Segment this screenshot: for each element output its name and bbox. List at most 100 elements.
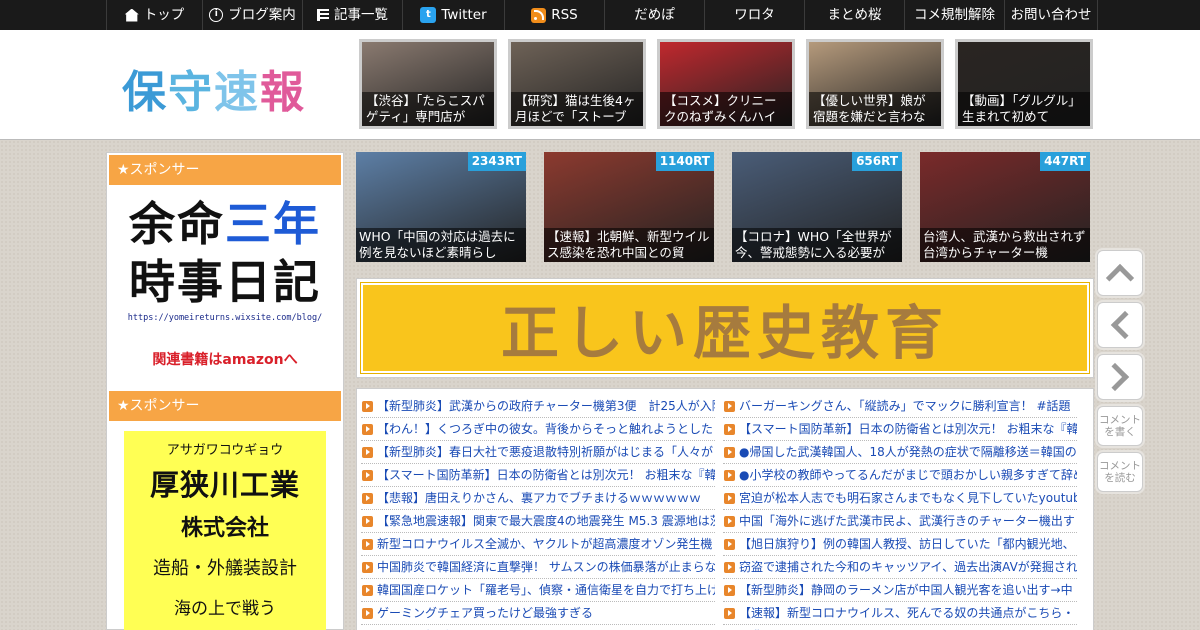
featured-article-card[interactable]: 656RT 【コロナ】WHO「全世界が今、警戒態勢に入る必要が (732, 152, 902, 262)
nav-label: だめぽ (634, 7, 675, 23)
nav-item-rss[interactable]: RSS (504, 0, 604, 30)
article-link-list: 【新型肺炎】武漢からの政府チャーター機第3便 計25人が入院 【わん！】くつろぎ中… (356, 388, 1094, 630)
article-link[interactable]: 【速報】新型肺炎 (361, 625, 715, 630)
article-link-text: 【スマート国防革新】日本の防衛省とは別次元！ お粗末な『韓 (739, 422, 1077, 436)
article-link-text: 【悲報】 (739, 625, 787, 630)
retweet-count-badge: 1140RT (655, 152, 714, 171)
article-link-text: バーガーキングさん、「縦読み」でマックに勝利宣言！ #話題 (739, 399, 1071, 413)
list-icon (317, 9, 329, 21)
article-link-text: ●小学校の教師やってるんだがまじで頭おかしい親多すぎて辞め (739, 468, 1077, 482)
nav-item-blog-guide[interactable]: i ブログ案内 (202, 0, 302, 30)
article-caption: 【優しい世界】娘が宿題を嫌だと言わな (809, 92, 941, 126)
arrow-bullet-icon (362, 469, 373, 481)
arrow-bullet-icon (724, 561, 735, 573)
featured-article-card[interactable]: 2343RT WHO「中国の対応は過去に例を見ないほど素晴らし (356, 152, 526, 262)
arrow-bullet-icon (724, 469, 735, 481)
nav-label: まとめ桜 (827, 7, 882, 23)
featured-article-card[interactable]: 1140RT 【速報】北朝鮮、新型ウイルス感染を恐れ中国との貿 (544, 152, 714, 262)
header-article-card[interactable]: 【コスメ】クリニークのねずみくんハイ (657, 39, 795, 129)
nav-menu: トップ i ブログ案内 記事一覧 t Twitter RSS だめぽ ワロタ ま… (106, 0, 1098, 30)
banner-inner: 正しい歴史教育 (360, 282, 1090, 374)
article-link[interactable]: 【新型肺炎】静岡のラーメン店が中国人観光客を追い出す→中 (723, 579, 1077, 602)
nav-item-comment-unblock[interactable]: コメ規制解除 (904, 0, 1004, 30)
article-link[interactable]: 宮迫が松本人志でも明石家さんまでもなく見下していたyoutube (723, 487, 1077, 510)
article-link-text: 中国肺炎で韓国経済に直撃弾！ サムスンの株価暴落が止まらな (377, 560, 715, 574)
nav-item-matome-sakura[interactable]: まとめ桜 (804, 0, 904, 30)
arrow-bullet-icon (724, 423, 735, 435)
ad-url: https://yomeireturns.wixsite.com/blog/ (127, 313, 323, 323)
arrow-bullet-icon (362, 423, 373, 435)
article-link[interactable]: 【わん！】くつろぎ中の彼女。背後からそっと触れようとした (361, 418, 715, 441)
article-link[interactable]: ゲーミングチェア買ったけど最強すぎる (361, 602, 715, 625)
chevron-up-icon (1105, 263, 1135, 293)
next-article-button[interactable] (1097, 354, 1143, 400)
nav-label: ブログ案内 (228, 7, 296, 23)
header-article-card[interactable]: 【渋谷】「たらこスパゲティ」専門店が (359, 39, 497, 129)
nav-item-warota[interactable]: ワロタ (704, 0, 804, 30)
scroll-top-button[interactable] (1097, 250, 1143, 296)
featured-articles: 2343RT WHO「中国の対応は過去に例を見ないほど素晴らし 1140RT 【… (356, 152, 1094, 262)
article-link-text: 【速報】新型コロナウイルス、死んでる奴の共通点がこちら・ (739, 606, 1075, 620)
arrow-bullet-icon (362, 515, 373, 527)
history-education-banner[interactable]: 正しい歴史教育 (356, 278, 1094, 378)
article-link-text: 【スマート国防革新】日本の防衛省とは別次元！ お粗末な『韓 (377, 468, 715, 482)
prev-article-button[interactable] (1097, 302, 1143, 348)
nav-item-top[interactable]: トップ (106, 0, 202, 30)
nav-label: 記事一覧 (334, 7, 388, 23)
article-link[interactable]: 【悲報】唐田えりかさん、裏アカでブチまけるｗｗｗｗｗｗ (361, 487, 715, 510)
arrow-bullet-icon (724, 446, 735, 458)
site-header: 保守速報 【渋谷】「たらこスパゲティ」専門店が 【研究】猫は生後4ヶ月ほどで「ス… (0, 30, 1200, 140)
article-link[interactable]: ●帰国した武漢韓国人、18人が発熱の症状で隔離移送＝韓国の (723, 441, 1077, 464)
article-link[interactable]: 窃盗で逮捕された今和のキャッツアイ、過去出演AVが発掘され (723, 556, 1077, 579)
article-link[interactable]: 【新型肺炎】武漢からの政府チャーター機第3便 計25人が入院 (361, 395, 715, 418)
arrow-bullet-icon (362, 584, 373, 596)
nav-item-contact[interactable]: お問い合わせ (1004, 0, 1098, 30)
link-column-left: 【新型肺炎】武漢からの政府チャーター機第3便 計25人が入院 【わん！】くつろぎ中… (361, 395, 715, 630)
article-link-text: 【速報】新型肺炎 (377, 625, 473, 630)
ad-company-service: 造船・外艤装設計 (153, 558, 297, 579)
read-comment-button[interactable]: コメントを読む (1097, 452, 1143, 492)
article-link[interactable]: 【緊急地震速報】関東で最大震度4の地震発生 M5.3 震源地は茨 (361, 510, 715, 533)
header-article-thumbnails: 【渋谷】「たらこスパゲティ」専門店が 【研究】猫は生後4ヶ月ほどで「ストーブ 【… (359, 39, 1093, 129)
arrow-bullet-icon (724, 515, 735, 527)
article-link[interactable]: 【旭日旗狩り】例の韓国人教授、訪日していた「都内観光地、 (723, 533, 1077, 556)
article-link[interactable]: ●小学校の教師やってるんだがまじで頭おかしい親多すぎて辞め (723, 464, 1077, 487)
sidebar: ★スポンサー 余命三年 時事日記 https://yomeireturns.wi… (106, 152, 344, 630)
article-caption: 【速報】北朝鮮、新型ウイルス感染を恐れ中国との貿 (544, 228, 714, 262)
home-icon (124, 8, 139, 22)
sponsor-ad-yomei[interactable]: 余命三年 時事日記 https://yomeireturns.wixsite.c… (107, 195, 343, 369)
article-caption: 【研究】猫は生後4ヶ月ほどで「ストーブ (511, 92, 643, 126)
chevron-left-icon (1110, 310, 1140, 340)
article-link[interactable]: 中国「海外に逃げた武漢市民よ、武漢行きのチャーター機出す (723, 510, 1077, 533)
article-caption: 【渋谷】「たらこスパゲティ」専門店が (362, 92, 494, 126)
write-comment-button[interactable]: コメントを書く (1097, 406, 1143, 446)
header-article-card[interactable]: 【動画】「グルグル」生まれて初めて (955, 39, 1093, 129)
article-link[interactable]: 【スマート国防革新】日本の防衛省とは別次元！ お粗末な『韓 (361, 464, 715, 487)
nav-item-article-list[interactable]: 記事一覧 (302, 0, 402, 30)
article-caption: 【コロナ】WHO「全世界が今、警戒態勢に入る必要が (732, 228, 902, 262)
site-logo[interactable]: 保守速報 (122, 56, 306, 120)
article-caption: 【動画】「グルグル」生まれて初めて (958, 92, 1090, 126)
header-article-card[interactable]: 【優しい世界】娘が宿題を嫌だと言わな (806, 39, 944, 129)
sponsor-heading: ★スポンサー (109, 391, 341, 421)
article-link-text: 新型コロナウイルス全滅か、ヤクルトが超高濃度オゾン発生機 (377, 537, 713, 551)
nav-item-twitter[interactable]: t Twitter (402, 0, 504, 30)
article-link[interactable]: バーガーキングさん、「縦読み」でマックに勝利宣言！ #話題 (723, 395, 1077, 418)
arrow-bullet-icon (362, 561, 373, 573)
article-link[interactable]: 韓国国産ロケット「羅老号」、偵察・通信衛星を自力で打ち上げ (361, 579, 715, 602)
article-link[interactable]: 【スマート国防革新】日本の防衛省とは別次元！ お粗末な『韓 (723, 418, 1077, 441)
sponsor-ad-asagawa[interactable]: アサガワコウギョウ 厚狭川工業 株式会社 造船・外艤装設計 海の上で戦う (124, 431, 326, 630)
retweet-count-badge: 447RT (1040, 152, 1090, 171)
featured-article-card[interactable]: 447RT 台湾人、武漢から救出されず 台湾からチャーター機 (920, 152, 1090, 262)
article-link-text: ゲーミングチェア買ったけど最強すぎる (377, 606, 594, 620)
nav-item-damepo[interactable]: だめぽ (604, 0, 704, 30)
article-link[interactable]: 中国肺炎で韓国経済に直撃弾！ サムスンの株価暴落が止まらな (361, 556, 715, 579)
article-link[interactable]: 【新型肺炎】春日大社で悪疫退散特別祈願がはじまる「人々が (361, 441, 715, 464)
info-icon: i (209, 8, 224, 22)
article-link[interactable]: 【速報】新型コロナウイルス、死んでる奴の共通点がこちら・ (723, 602, 1077, 625)
article-link[interactable]: 新型コロナウイルス全滅か、ヤクルトが超高濃度オゾン発生機 (361, 533, 715, 556)
arrow-bullet-icon (724, 492, 735, 504)
header-article-card[interactable]: 【研究】猫は生後4ヶ月ほどで「ストーブ (508, 39, 646, 129)
article-link[interactable]: 【悲報】 (723, 625, 1077, 630)
ad-amazon-link[interactable]: 関連書籍はamazonへ (107, 349, 343, 369)
